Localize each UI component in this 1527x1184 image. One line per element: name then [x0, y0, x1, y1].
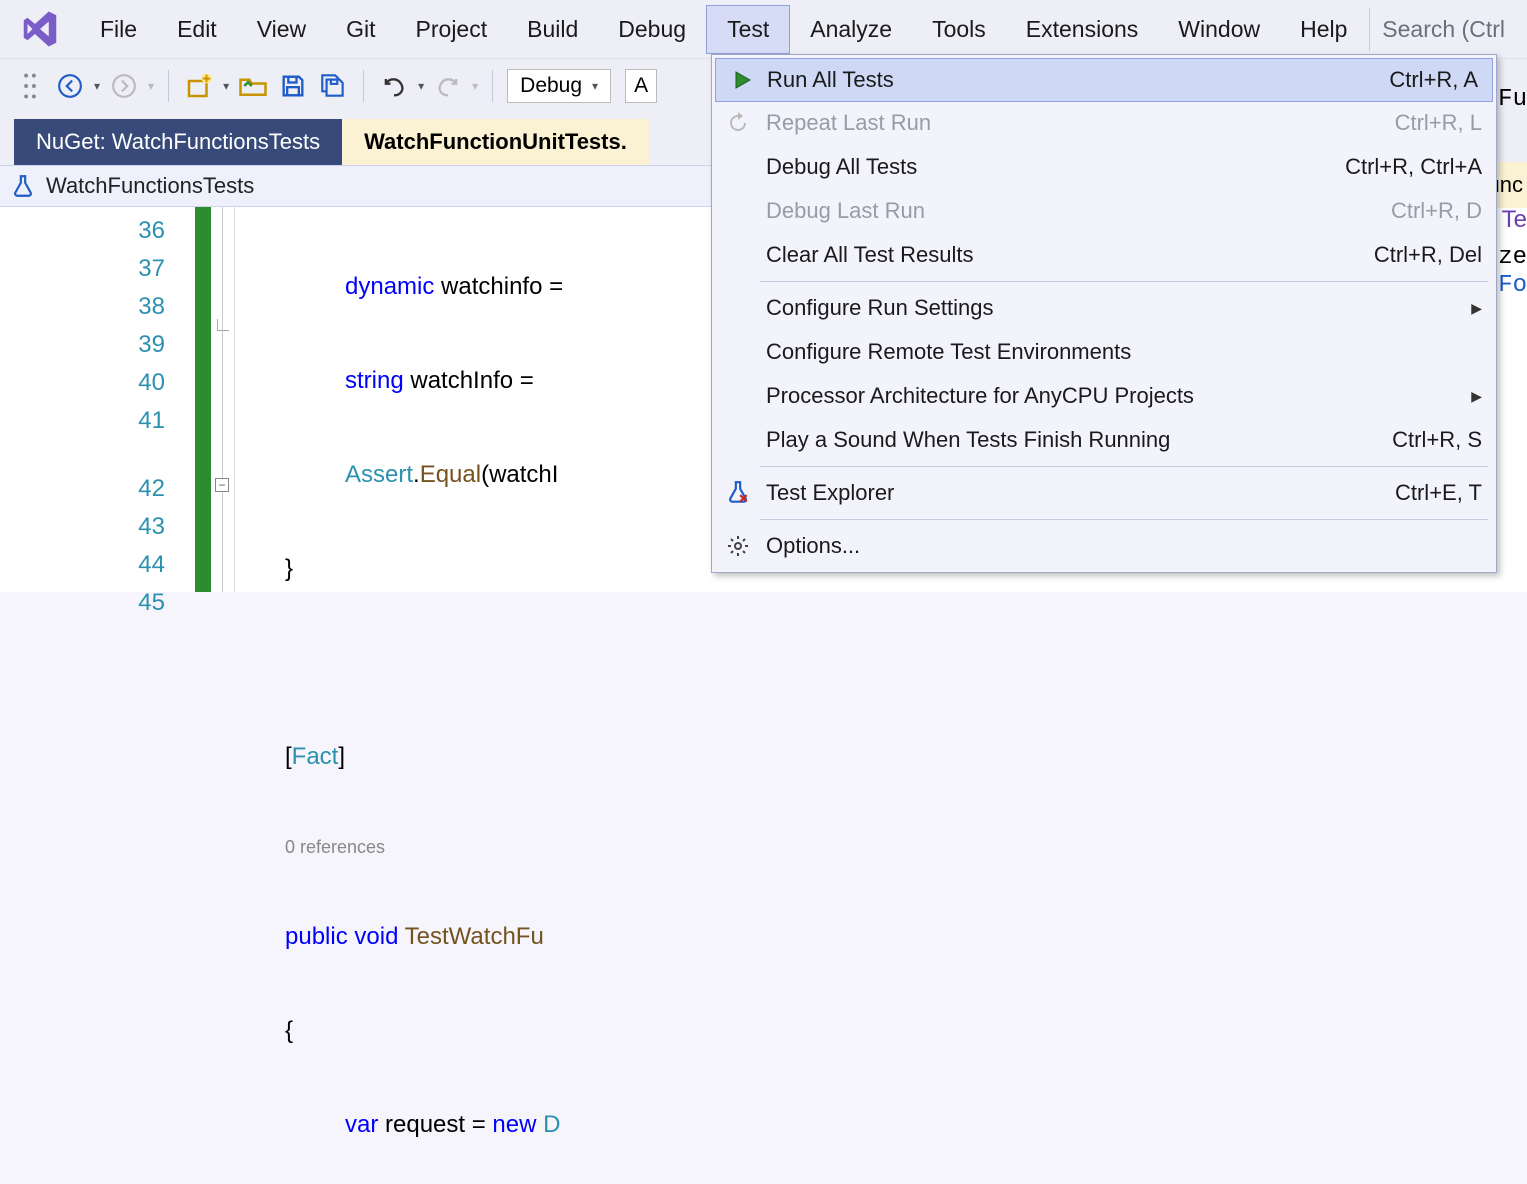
menu-play-sound[interactable]: Play a Sound When Tests Finish Running C…	[712, 418, 1496, 462]
platform-dropdown[interactable]: A	[625, 69, 657, 103]
menu-analyze[interactable]: Analyze	[790, 6, 912, 53]
menu-help[interactable]: Help	[1280, 6, 1367, 53]
menu-window[interactable]: Window	[1158, 6, 1280, 53]
test-explorer-icon	[724, 479, 752, 507]
toolbar-handle-icon[interactable]	[14, 70, 46, 102]
undo-button[interactable]	[378, 70, 410, 102]
cut-text: ze	[1498, 244, 1527, 271]
gear-icon	[724, 532, 752, 560]
menu-tools[interactable]: Tools	[912, 6, 1006, 53]
outline-column: −	[211, 207, 235, 592]
menubar: File Edit View Git Project Build Debug T…	[0, 0, 1527, 58]
cut-text: Fo	[1498, 272, 1527, 299]
menu-extensions[interactable]: Extensions	[1006, 6, 1159, 53]
redo-button	[432, 70, 464, 102]
breadcrumb-text: WatchFunctionsTests	[46, 173, 254, 199]
menu-edit[interactable]: Edit	[157, 6, 237, 53]
play-icon	[728, 66, 756, 94]
test-menu-dropdown: Run All Tests Ctrl+R, A Repeat Last Run …	[711, 54, 1497, 573]
nav-back-button[interactable]	[54, 70, 86, 102]
menu-view[interactable]: View	[237, 6, 326, 53]
change-marker	[195, 207, 211, 592]
menu-test[interactable]: Test	[706, 5, 790, 54]
tab-unittests[interactable]: WatchFunctionUnitTests.	[342, 119, 649, 165]
menu-debug[interactable]: Debug	[598, 6, 706, 53]
menu-test-explorer[interactable]: Test Explorer Ctrl+E, T	[712, 471, 1496, 515]
menu-debug-last-run: Debug Last Run Ctrl+R, D	[712, 189, 1496, 233]
menu-separator	[760, 466, 1488, 467]
chevron-right-icon: ▶	[1471, 300, 1482, 317]
config-label: Debug	[520, 74, 582, 98]
save-all-button[interactable]	[317, 70, 349, 102]
new-item-button[interactable]	[183, 70, 215, 102]
line-gutter: 363738394041 42434445	[0, 207, 195, 592]
menu-repeat-last-run: Repeat Last Run Ctrl+R, L	[712, 101, 1496, 145]
flask-icon	[10, 173, 36, 199]
fold-toggle[interactable]: −	[215, 478, 229, 492]
search-input[interactable]: Search (Ctrl	[1369, 8, 1517, 51]
open-folder-button[interactable]	[237, 70, 269, 102]
menu-configure-run-settings[interactable]: Configure Run Settings ▶	[712, 286, 1496, 330]
nav-forward-button	[108, 70, 140, 102]
menu-project[interactable]: Project	[396, 6, 508, 53]
menu-build[interactable]: Build	[507, 6, 598, 53]
menu-options[interactable]: Options...	[712, 524, 1496, 568]
vs-logo-icon	[20, 9, 60, 49]
menu-file[interactable]: File	[80, 6, 157, 53]
config-dropdown[interactable]: Debug ▾	[507, 69, 611, 103]
menu-run-all-tests[interactable]: Run All Tests Ctrl+R, A	[715, 58, 1493, 102]
tab-nuget[interactable]: NuGet: WatchFunctionsTests	[14, 119, 342, 165]
save-button[interactable]	[277, 70, 309, 102]
chevron-down-icon: ▾	[592, 79, 598, 93]
menu-separator	[760, 281, 1488, 282]
menu-git[interactable]: Git	[326, 6, 395, 53]
menu-separator	[760, 519, 1488, 520]
menu-clear-results[interactable]: Clear All Test Results Ctrl+R, Del	[712, 233, 1496, 277]
menu-processor-arch[interactable]: Processor Architecture for AnyCPU Projec…	[712, 374, 1496, 418]
menu-configure-remote[interactable]: Configure Remote Test Environments	[712, 330, 1496, 374]
chevron-right-icon: ▶	[1471, 388, 1482, 405]
menu-debug-all-tests[interactable]: Debug All Tests Ctrl+R, Ctrl+A	[712, 145, 1496, 189]
repeat-icon	[724, 109, 752, 137]
